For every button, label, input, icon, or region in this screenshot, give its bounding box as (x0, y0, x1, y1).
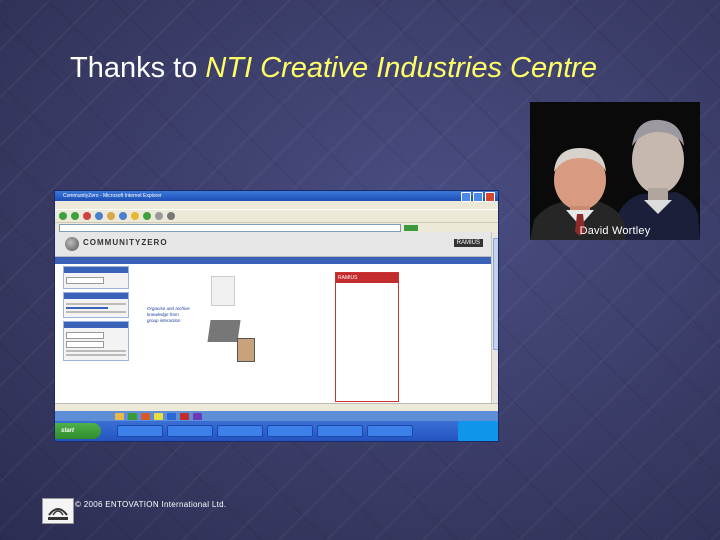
task-item (167, 425, 213, 437)
login-box (63, 321, 129, 361)
app-icon (193, 412, 202, 420)
task-item (217, 425, 263, 437)
slide-title-prefix: Thanks to (70, 52, 198, 84)
back-icon (59, 212, 67, 220)
username-field (66, 332, 104, 339)
speaker-portrait: David Wortley (530, 102, 700, 240)
entovation-logo (42, 498, 74, 524)
slide-title: Thanks to NTI Creative Industries Centre (70, 52, 597, 85)
address-field (59, 223, 401, 232)
folder-image (207, 320, 241, 342)
page-viewport: COMMUNITYZERO RAMIUS Organise and archiv… (55, 232, 491, 407)
window-buttons (461, 192, 495, 202)
close-icon (485, 192, 495, 202)
entovation-logo-icon (48, 508, 68, 520)
browser-window-title: CommunityZero - Microsoft Internet Explo… (63, 193, 162, 199)
portrait-image (530, 102, 700, 240)
register-box (63, 292, 129, 318)
browser-menubar (55, 201, 498, 209)
search-icon (119, 212, 127, 220)
document-image (211, 276, 235, 306)
sponsor-logo: RAMIUS (453, 239, 483, 247)
browser-titlebar: CommunityZero - Microsoft Internet Explo… (55, 191, 498, 202)
forward-icon (71, 212, 79, 220)
site-nav (55, 257, 491, 264)
taskbar: start (55, 421, 498, 441)
photo-image (237, 338, 255, 362)
stop-icon (83, 212, 91, 220)
sponsor-ad: RAMIUS (335, 272, 399, 402)
start-button: start (55, 423, 101, 439)
promo-line-3: group interaction (147, 318, 181, 323)
favorites-icon (131, 212, 139, 220)
app-icon (141, 412, 150, 420)
minimize-icon (461, 192, 471, 202)
left-column (63, 266, 129, 401)
folder-icon (115, 412, 124, 420)
quick-launch-strip (55, 411, 498, 421)
task-item (317, 425, 363, 437)
password-field (66, 341, 104, 348)
page-scrollbar (491, 232, 498, 403)
app-icon (128, 412, 137, 420)
scrollbar-thumb (493, 238, 498, 350)
search-box (63, 266, 129, 289)
task-item (117, 425, 163, 437)
promo-line-2: knowledge from (147, 312, 179, 317)
sponsor-ad-name: RAMIUS (338, 275, 358, 281)
task-item (267, 425, 313, 437)
promo-tagline: Organise and archive knowledge from group … (147, 306, 190, 324)
portrait-caption: David Wortley (579, 225, 651, 237)
slide-title-accent: NTI Creative Industries Centre (205, 52, 598, 84)
system-tray (458, 421, 498, 441)
refresh-icon (95, 212, 103, 220)
app-icon (180, 412, 189, 420)
go-button (404, 224, 418, 231)
maximize-icon (473, 192, 483, 202)
sponsor-name: RAMIUS (456, 240, 480, 246)
app-icon (154, 412, 163, 420)
search-field (66, 277, 104, 284)
sponsor-ad-logo: RAMIUS (336, 273, 398, 283)
copyright-footer: © 2006 ENTOVATION International Ltd. (75, 500, 227, 509)
app-icon (167, 412, 176, 420)
media-icon (143, 212, 151, 220)
promo-area: Organise and archive knowledge from group … (137, 272, 391, 407)
site-logo-icon (65, 237, 79, 251)
site-logo: COMMUNITYZERO (83, 238, 168, 247)
browser-address-bar (55, 222, 498, 232)
promo-line-1: Organise and archive (147, 306, 190, 311)
task-item (367, 425, 413, 437)
mail-icon (155, 212, 163, 220)
browser-screenshot: CommunityZero - Microsoft Internet Explo… (54, 190, 499, 442)
site-header: COMMUNITYZERO RAMIUS (55, 232, 491, 257)
home-icon (107, 212, 115, 220)
browser-toolbar (55, 209, 498, 222)
print-icon (167, 212, 175, 220)
